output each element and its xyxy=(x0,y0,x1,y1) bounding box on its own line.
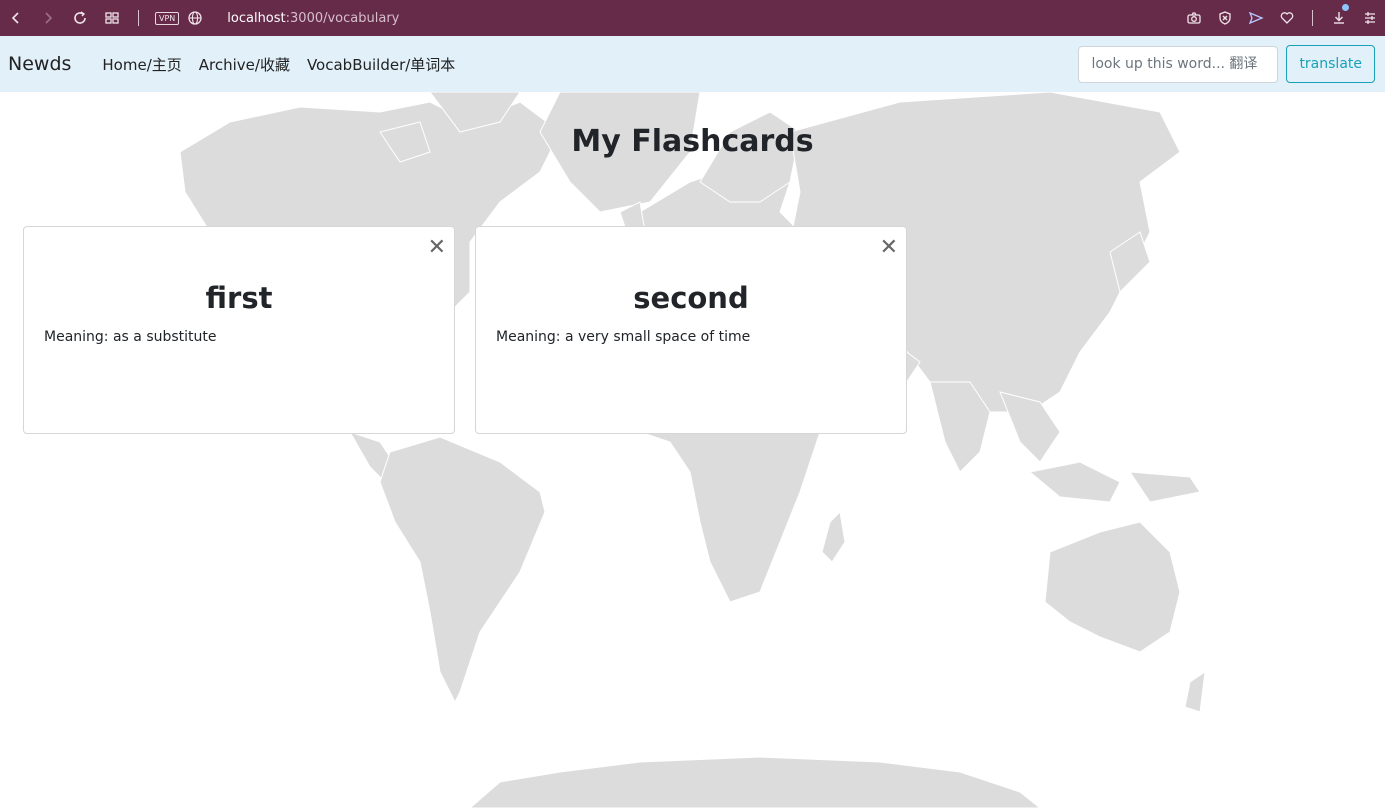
close-icon[interactable]: ✕ xyxy=(428,237,446,259)
download-indicator-dot xyxy=(1342,4,1349,11)
forward-icon[interactable] xyxy=(32,0,64,36)
flashcard: ✕ first Meaning: as a substitute xyxy=(23,226,455,434)
flashcard-word: second xyxy=(633,281,749,315)
flashcard-word: first xyxy=(205,281,273,315)
brand-logo[interactable]: Newds xyxy=(8,53,71,75)
globe-icon[interactable] xyxy=(179,0,211,36)
flashcard-meaning: Meaning: as a substitute xyxy=(44,329,217,345)
nav-link-vocabbuilder[interactable]: VocabBuilder/单词本 xyxy=(307,54,455,75)
close-icon[interactable]: ✕ xyxy=(880,237,898,259)
back-icon[interactable] xyxy=(0,0,32,36)
app-navbar: Newds Home/主页 Archive/收藏 VocabBuilder/单词… xyxy=(0,36,1385,92)
nav-link-home[interactable]: Home/主页 xyxy=(102,54,181,75)
lookup-word-input[interactable] xyxy=(1078,45,1279,83)
toolbar-divider-right xyxy=(1312,10,1313,26)
nav-search-group: translate xyxy=(1078,45,1375,83)
browser-toolbar: VPN localhost:3000/vocabulary xyxy=(0,0,1385,36)
flashcard: ✕ second Meaning: a very small space of … xyxy=(475,226,907,434)
translate-button[interactable]: translate xyxy=(1286,45,1375,83)
tabs-grid-icon[interactable] xyxy=(96,0,128,36)
page-title: My Flashcards xyxy=(571,124,814,159)
address-bar[interactable]: localhost:3000/vocabulary xyxy=(227,11,399,26)
shield-block-icon[interactable] xyxy=(1209,0,1240,36)
vpn-badge[interactable]: VPN xyxy=(155,11,180,25)
download-icon[interactable] xyxy=(1323,0,1354,36)
heart-icon[interactable] xyxy=(1271,0,1302,36)
reload-icon[interactable] xyxy=(64,0,96,36)
nav-links: Home/主页 Archive/收藏 VocabBuilder/单词本 xyxy=(85,54,455,75)
url-host: localhost xyxy=(227,10,286,26)
toolbar-divider xyxy=(138,10,139,26)
nav-link-archive[interactable]: Archive/收藏 xyxy=(199,54,290,75)
menu-icon[interactable] xyxy=(1354,0,1385,36)
camera-icon[interactable] xyxy=(1178,0,1209,36)
url-path: :3000/vocabulary xyxy=(285,10,400,26)
flashcard-meaning: Meaning: a very small space of time xyxy=(496,329,751,345)
world-map-background xyxy=(179,92,1206,808)
send-icon[interactable] xyxy=(1240,0,1271,36)
